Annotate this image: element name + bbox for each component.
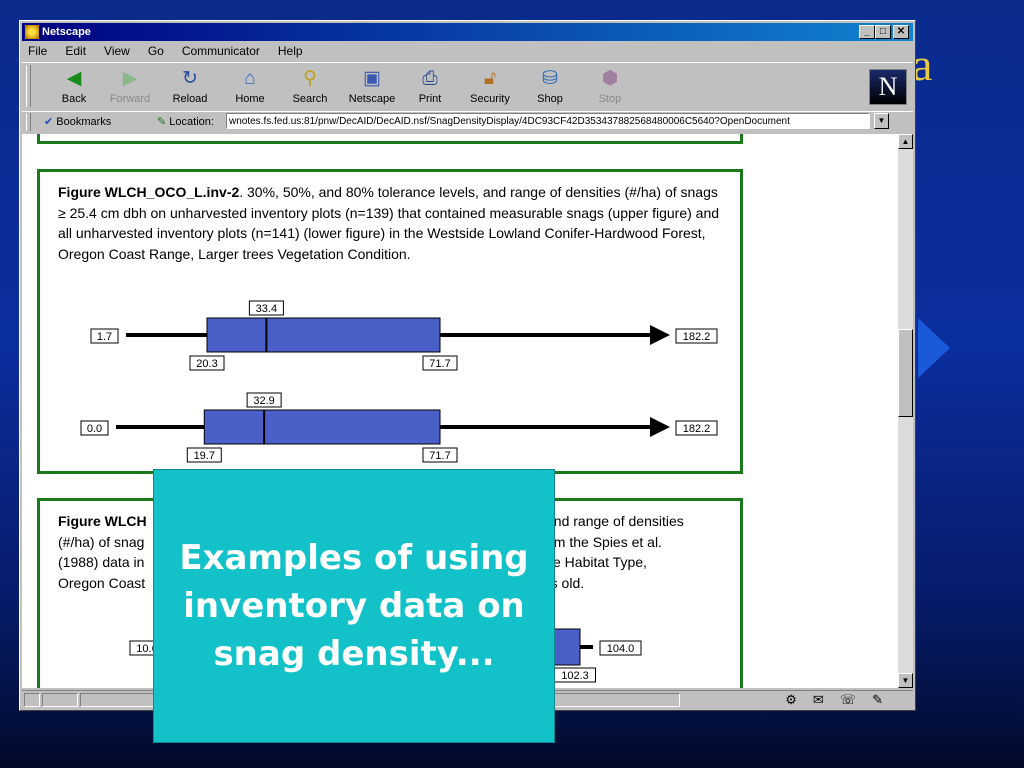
back-button[interactable]: ◀ Back: [46, 66, 102, 105]
previous-figure-panel: [37, 134, 743, 144]
search-button[interactable]: ⚲ Search: [282, 66, 338, 105]
location-label: ✎ Location:: [157, 116, 214, 128]
max-label-0: 182.2: [683, 331, 711, 343]
security-status-icon[interactable]: [24, 693, 40, 707]
netscape-logo-icon: [25, 25, 39, 39]
security-button[interactable]: 🔓︎ Security: [462, 66, 518, 105]
home-button[interactable]: ⌂ Home: [222, 66, 278, 105]
forward-button[interactable]: ▶ Forward: [102, 66, 158, 105]
print-icon: ⎙: [422, 68, 438, 89]
toolbar-grip[interactable]: [26, 65, 31, 107]
q80-label-0: 71.7: [429, 358, 450, 370]
netscape-n-logo[interactable]: N: [869, 69, 907, 105]
maximize-button[interactable]: □: [875, 25, 891, 39]
close-button[interactable]: ✕: [893, 25, 909, 39]
shop-button[interactable]: ⛁ Shop: [522, 66, 578, 105]
q30-label-0: 20.3: [196, 358, 217, 370]
tolerance-box-0: [206, 317, 441, 353]
tolerance-boxplot-1: 1.7 182.2 33.4 20.3 71.7 0.0 182.2 32.9 19.7 71.7: [80, 300, 718, 463]
slide-arrow: [918, 318, 950, 378]
vertical-scrollbar[interactable]: ▲ ▼: [898, 134, 913, 688]
navigation-toolbar: ◀ Back ▶ Forward ↻ Reload ⌂ Home ⚲ Search ▣ Ne…: [22, 62, 913, 112]
menu-view[interactable]: View: [102, 43, 132, 61]
title-bar[interactable]: Netscape _ □ ✕: [22, 23, 913, 41]
q30-label-1: 19.7: [194, 450, 215, 462]
menu-bar: File Edit View Go Communicator Help: [26, 43, 305, 61]
min-label-0: 1.7: [97, 331, 112, 343]
page-proxy-icon[interactable]: ✎: [157, 116, 166, 128]
min-label-1: 0.0: [87, 423, 102, 435]
bookmarks-icon: ✔: [44, 116, 54, 128]
q80-label-2: 102.3: [561, 670, 589, 682]
max-arrow-0: [650, 325, 670, 345]
stop-icon: ⬢: [601, 68, 619, 89]
netscape-button[interactable]: ▣ Netscape: [344, 66, 400, 105]
forward-arrow-icon: ▶: [122, 68, 138, 89]
callout-text: Examples of using inventory data on snag…: [179, 538, 529, 674]
stop-button[interactable]: ⬢ Stop: [582, 66, 638, 105]
location-grip[interactable]: [26, 113, 31, 131]
window-title: Netscape: [42, 26, 91, 38]
menu-file[interactable]: File: [26, 43, 49, 61]
home-icon: ⌂: [244, 68, 256, 89]
shop-icon: ⛁: [542, 68, 558, 89]
scroll-down-button[interactable]: ▼: [898, 673, 913, 688]
reload-icon: ↻: [182, 68, 198, 89]
netscape-icon: ▣: [363, 68, 381, 89]
scroll-up-button[interactable]: ▲: [898, 134, 913, 149]
search-icon: ⚲: [303, 68, 317, 89]
navigator-icon[interactable]: ⚙: [785, 692, 797, 708]
lock-icon: 🔓︎: [483, 68, 497, 89]
menu-communicator[interactable]: Communicator: [180, 43, 262, 61]
composer-icon[interactable]: ✎: [872, 692, 883, 708]
menu-help[interactable]: Help: [276, 43, 305, 61]
menu-edit[interactable]: Edit: [63, 43, 88, 61]
tolerance-box-1: [203, 409, 441, 445]
median-label-0: 33.4: [256, 303, 277, 315]
scroll-thumb[interactable]: [898, 329, 913, 417]
figure-panel-1: Figure WLCH_OCO_L.inv-2. 30%, 50%, and 8…: [37, 169, 743, 474]
connection-status-icon: [42, 693, 78, 707]
callout-box: Examples of using inventory data on snag…: [153, 469, 555, 743]
max-label-2: 104.0: [607, 643, 635, 655]
url-dropdown-button[interactable]: ▼: [874, 113, 889, 129]
minimize-button[interactable]: _: [859, 25, 875, 39]
bookmarks-button[interactable]: ✔ Bookmarks: [44, 115, 111, 128]
print-button[interactable]: ⎙ Print: [402, 66, 458, 105]
max-arrow-1: [650, 417, 670, 437]
mail-icon[interactable]: ✉: [813, 692, 824, 708]
reload-button[interactable]: ↻ Reload: [162, 66, 218, 105]
menu-go[interactable]: Go: [146, 43, 166, 61]
component-bar: ⚙ ✉ ☏ ✎: [785, 692, 883, 708]
median-label-1: 32.9: [253, 395, 274, 407]
q80-label-1: 71.7: [429, 450, 450, 462]
discussion-icon[interactable]: ☏: [840, 692, 856, 708]
max-label-1: 182.2: [683, 423, 711, 435]
url-input[interactable]: wnotes.fs.fed.us:81/pnw/DecAID/DecAID.ns…: [226, 113, 870, 129]
location-bar: ✔ Bookmarks ✎ Location: wnotes.fs.fed.us…: [22, 111, 913, 134]
back-arrow-icon: ◀: [66, 68, 82, 89]
